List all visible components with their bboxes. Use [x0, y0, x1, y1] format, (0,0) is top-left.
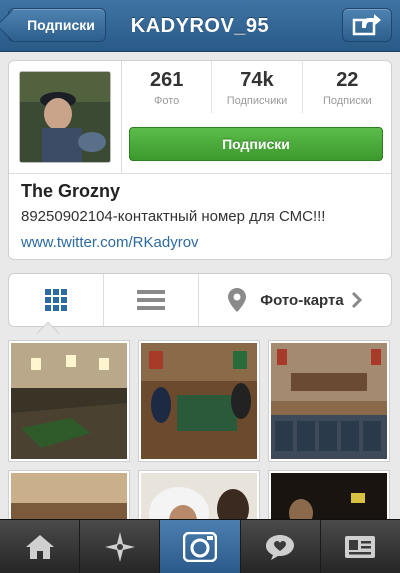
tab-bar [0, 519, 400, 573]
tab-camera[interactable] [160, 520, 241, 573]
list-view-button[interactable] [104, 274, 199, 326]
photo-image [271, 343, 387, 459]
tab-news[interactable] [241, 520, 321, 573]
news-icon [266, 534, 295, 560]
card-divider-horizontal [9, 173, 391, 174]
explore-icon [104, 531, 135, 562]
follow-button[interactable]: Подписки [129, 127, 383, 161]
photo-thumbnail[interactable] [8, 340, 130, 462]
back-button-label: Подписки [27, 17, 95, 33]
photo-image [141, 343, 257, 459]
photo-image [11, 343, 127, 459]
stat-followers[interactable]: 74k Подписчики [212, 61, 303, 113]
profile-name: The Grozny [21, 181, 121, 201]
stat-following[interactable]: 22 Подписки [303, 61, 392, 113]
back-button[interactable]: Подписки [8, 8, 106, 42]
stat-followers-value: 74k [240, 69, 274, 91]
stat-photos-label: Фото [154, 95, 180, 107]
share-icon [352, 14, 381, 36]
home-icon [25, 534, 54, 559]
stat-following-label: Подписки [322, 95, 372, 107]
chevron-right-icon [351, 292, 362, 308]
photo-thumbnail[interactable] [138, 340, 260, 462]
location-pin-icon [228, 288, 247, 312]
profile-link[interactable]: www.twitter.com/RKadyrov [21, 234, 199, 251]
tab-profile[interactable] [321, 520, 400, 573]
stat-photos[interactable]: 261 Фото [122, 61, 213, 113]
share-button[interactable] [342, 8, 392, 42]
page-title: KADYROV_95 [130, 14, 270, 37]
stat-photos-value: 261 [149, 69, 184, 91]
stat-followers-label: Подписчики [226, 95, 288, 107]
grid-icon [45, 289, 67, 311]
stat-following-value: 22 [336, 69, 359, 91]
photo-map-label: Фото-карта [260, 291, 344, 309]
avatar[interactable] [19, 71, 111, 163]
stats-row: 261 Фото 74k Подписчики 22 Подписки [122, 61, 392, 113]
photo-thumbnail[interactable] [268, 340, 390, 462]
list-icon [137, 290, 165, 310]
profile-photo [20, 72, 110, 162]
profile-bio: 89250902104-контактный номер для СМС!!! [21, 208, 326, 225]
profile-card-icon [345, 535, 376, 558]
camera-icon [183, 531, 217, 562]
grid-view-button[interactable] [9, 274, 104, 326]
nav-bar: Подписки KADYROV_95 [0, 0, 400, 52]
view-toggle-bar: Фото-карта [8, 273, 392, 327]
profile-card: 261 Фото 74k Подписчики 22 Подписки Подп… [8, 60, 392, 260]
tab-home[interactable] [0, 520, 81, 573]
photo-map-button[interactable]: Фото-карта [199, 274, 391, 326]
tab-explore[interactable] [80, 520, 161, 573]
